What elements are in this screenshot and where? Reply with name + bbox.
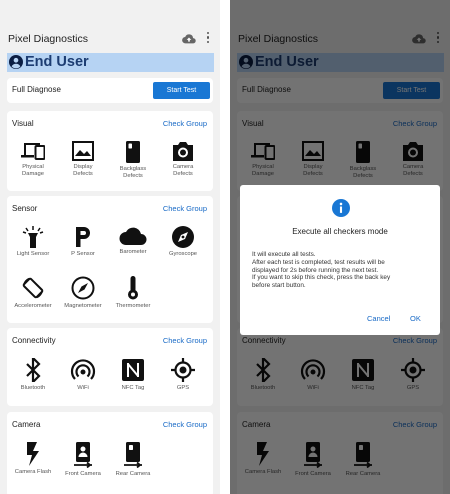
front-camera-icon xyxy=(74,442,92,468)
proximity-icon xyxy=(76,227,90,247)
compass-icon xyxy=(172,226,194,248)
full-diagnose-card: Full Diagnose Start Test xyxy=(7,78,213,103)
camera-flash-label: Camera Flash xyxy=(14,469,52,475)
nfc-icon xyxy=(122,359,144,381)
dialog-message-line: displayed for 2s before running the next… xyxy=(252,266,379,274)
bluetooth-tile[interactable]: Bluetooth xyxy=(13,358,53,392)
gps-tile[interactable]: GPS xyxy=(163,358,203,392)
p-sensor-tile[interactable]: P Sensor xyxy=(63,226,103,258)
bluetooth-label: Bluetooth xyxy=(20,385,46,391)
front-camera-tile[interactable]: Front Camera xyxy=(63,442,103,478)
wifi-label: WiFi xyxy=(77,385,89,391)
display-defects-tile[interactable]: Display Defects xyxy=(63,141,103,177)
backglass-defects-label: Backglass Defects xyxy=(119,166,147,179)
devices-icon xyxy=(21,143,45,160)
app-bar: Pixel Diagnostics xyxy=(0,28,220,50)
compass-icon xyxy=(71,276,95,300)
camera-defects-label: Camera Defects xyxy=(172,164,194,177)
bluetooth-icon xyxy=(26,358,41,382)
rear-camera-label: Rear Camera xyxy=(115,471,151,477)
magnetometer-label: Magnetometer xyxy=(64,303,102,309)
camera-check-group-button[interactable]: Check Group xyxy=(163,420,207,429)
light-sensor-label: Light Sensor xyxy=(16,251,50,257)
backglass-defects-tile[interactable]: Backglass Defects xyxy=(113,141,153,179)
accelerometer-label: Accelerometer xyxy=(14,303,52,309)
screen-rotation-icon xyxy=(22,277,44,299)
barometer-tile[interactable]: Barometer xyxy=(113,226,153,256)
thermometer-tile[interactable]: Thermometer xyxy=(113,276,153,310)
cloud-upload-icon[interactable] xyxy=(182,34,196,44)
info-icon xyxy=(332,199,350,217)
dialog-message-line: After each test is completed, test resul… xyxy=(252,258,385,266)
visual-group-title: Visual xyxy=(12,119,34,128)
full-diagnose-label: Full Diagnose xyxy=(12,85,61,94)
connectivity-group-title: Connectivity xyxy=(12,336,56,345)
physical-damage-label: Physical Damage xyxy=(22,164,44,177)
physical-damage-tile[interactable]: Physical Damage xyxy=(13,141,53,177)
nfc-tag-label: NFC Tag xyxy=(121,385,145,391)
light-sensor-tile[interactable]: Light Sensor xyxy=(13,226,53,258)
wifi-icon xyxy=(70,359,96,380)
dialog-scrim[interactable]: Execute all checkers mode It will execute… xyxy=(230,0,450,494)
barometer-label: Barometer xyxy=(119,249,147,255)
gyroscope-tile[interactable]: Gyroscope xyxy=(163,226,203,258)
connectivity-group-card: Connectivity Check Group Bluetooth WiFi … xyxy=(7,328,213,406)
screenshot-divider xyxy=(220,0,230,494)
dialog-message-line: If you want to skip this check, press th… xyxy=(252,274,391,282)
dialog-cancel-button[interactable]: Cancel xyxy=(367,314,390,323)
thermometer-icon xyxy=(128,276,138,300)
dialog-ok-button[interactable]: OK xyxy=(410,314,421,323)
sensor-group-card: Sensor Check Group Light Sensor P Sensor… xyxy=(7,196,213,323)
magnetometer-tile[interactable]: Magnetometer xyxy=(63,276,103,310)
cloud-icon xyxy=(119,227,147,245)
camera-group-title: Camera xyxy=(12,420,41,429)
display-defects-label: Display Defects xyxy=(73,164,93,177)
camera-flash-tile[interactable]: Camera Flash xyxy=(13,442,53,476)
dialog-message-line: It will execute all tests. xyxy=(252,251,316,258)
more-options-icon[interactable] xyxy=(206,32,210,45)
nfc-tag-tile[interactable]: NFC Tag xyxy=(113,358,153,392)
camera-icon xyxy=(173,142,193,161)
wifi-tile[interactable]: WiFi xyxy=(63,358,103,392)
sensor-group-title: Sensor xyxy=(12,204,38,213)
image-icon xyxy=(72,141,94,161)
camera-group-card: Camera Check Group Camera Flash Front Ca… xyxy=(7,412,213,494)
dialog-message-line: before start button. xyxy=(252,282,306,290)
thermometer-label: Thermometer xyxy=(115,303,151,309)
user-bar: End User xyxy=(7,53,214,72)
gyroscope-label: Gyroscope xyxy=(168,251,198,257)
visual-group-card: Visual Check Group Physical Damage Displ… xyxy=(7,111,213,191)
home-screen: Pixel Diagnostics End User Full Diagnose… xyxy=(0,0,220,494)
app-title: Pixel Diagnostics xyxy=(8,33,88,45)
phone-back-icon xyxy=(126,141,140,163)
dialog-screen: Pixel Diagnostics End User Full Diagnose… xyxy=(230,0,450,494)
rear-camera-icon xyxy=(124,442,142,468)
camera-defects-tile[interactable]: Camera Defects xyxy=(163,141,203,177)
start-test-button[interactable]: Start Test xyxy=(153,82,210,99)
sensor-check-group-button[interactable]: Check Group xyxy=(163,204,207,213)
visual-check-group-button[interactable]: Check Group xyxy=(163,119,207,128)
account-circle-icon xyxy=(9,55,23,69)
dialog-title: Execute all checkers mode xyxy=(292,227,388,236)
rear-camera-tile[interactable]: Rear Camera xyxy=(113,442,153,478)
flashlight-icon xyxy=(22,226,44,248)
connectivity-check-group-button[interactable]: Check Group xyxy=(163,336,207,345)
user-name: End User xyxy=(25,54,89,70)
execute-all-dialog: Execute all checkers mode It will execute… xyxy=(240,185,440,335)
dialog-message: It will execute all tests. After each tes… xyxy=(252,251,432,290)
gps-icon xyxy=(171,358,195,382)
flash-icon xyxy=(27,442,39,466)
gps-label: GPS xyxy=(176,385,190,391)
accelerometer-tile[interactable]: Accelerometer xyxy=(13,276,53,310)
p-sensor-label: P Sensor xyxy=(71,251,95,257)
front-camera-label: Front Camera xyxy=(65,471,101,477)
